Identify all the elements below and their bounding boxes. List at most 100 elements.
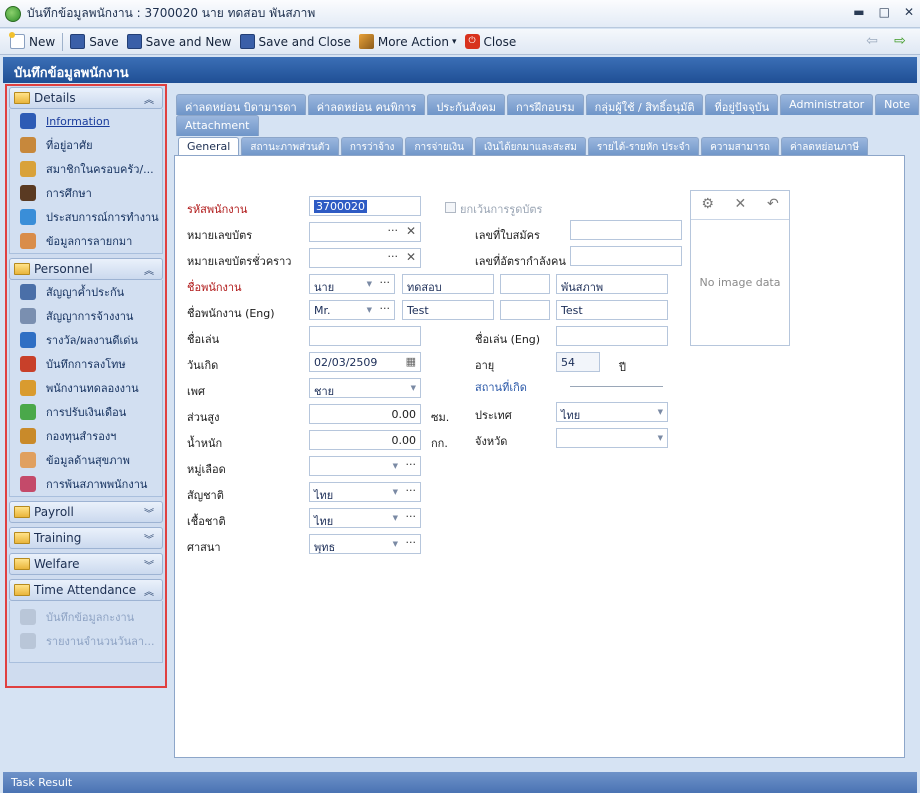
photo-area[interactable]: No image data — [691, 219, 789, 345]
tab-disabled[interactable]: ค่าลดหย่อน คนพิการ — [307, 94, 426, 115]
ellipsis-icon[interactable]: ··· — [380, 276, 391, 289]
save-button[interactable]: Save — [66, 31, 122, 53]
nationality-select[interactable]: ไทย ▼ ··· — [309, 482, 421, 502]
sidebar-item-award[interactable]: รางวัล/ผลงานดีเด่น — [10, 328, 162, 352]
status-bar[interactable]: Task Result — [3, 772, 917, 793]
sidebar-item-employment[interactable]: สัญญาการจ้างงาน — [10, 304, 162, 328]
race-select[interactable]: ไทย ▼ ··· — [309, 508, 421, 528]
manpower-input[interactable] — [570, 246, 682, 266]
collapse-icon[interactable]: ︽ — [144, 262, 154, 277]
sidebar-item-education[interactable]: การศึกษา — [10, 181, 162, 205]
maximize-button[interactable]: □ — [879, 5, 890, 19]
back-arrow-icon[interactable]: ⇦ — [863, 33, 881, 49]
tab-skills[interactable]: ความสามารถ — [701, 137, 779, 156]
sidebar-item-punishment[interactable]: บันทึกการลงโทษ — [10, 352, 162, 376]
close-window-button[interactable]: ✕ — [904, 5, 914, 19]
middle-name-th-input[interactable] — [500, 274, 550, 294]
sidebar-item-salary[interactable]: การปรับเงินเดือน — [10, 400, 162, 424]
ellipsis-icon[interactable]: ··· — [406, 510, 417, 523]
tab-personal-status[interactable]: สถานะภาพส่วนตัว — [241, 137, 339, 156]
ellipsis-icon[interactable]: ··· — [388, 224, 399, 237]
clear-icon[interactable]: ✕ — [406, 224, 416, 238]
tab-income-carried[interactable]: เงินได้ยกมาและสะสม — [474, 137, 586, 156]
app-no-input[interactable] — [570, 220, 682, 240]
temp-card-input[interactable]: ··· ✕ — [309, 248, 421, 268]
sidebar-item-address[interactable]: ที่อยู่อาศัย — [10, 133, 162, 157]
group-details[interactable]: Details ︽ — [9, 87, 163, 109]
dropdown-icon[interactable]: ▼ — [367, 306, 372, 314]
undo-icon[interactable]: ↶ — [767, 196, 779, 212]
nickname-en-input[interactable] — [556, 326, 668, 346]
tab-note[interactable]: Note — [875, 94, 920, 115]
height-input[interactable]: 0.00 — [309, 404, 421, 424]
minimize-button[interactable]: ▬ — [853, 5, 864, 19]
ellipsis-icon[interactable]: ··· — [388, 250, 399, 263]
group-training[interactable]: Training ︾ — [9, 527, 163, 549]
tab-social-security[interactable]: ประกันสังคม — [427, 94, 506, 115]
sidebar-item-history[interactable]: ข้อมูลการลายกมา — [10, 229, 162, 253]
calendar-icon[interactable]: ▦ — [406, 355, 416, 368]
new-button[interactable]: New — [6, 31, 59, 53]
collapse-icon[interactable]: ︽ — [144, 583, 154, 598]
first-name-th-input[interactable]: ทดสอบ — [402, 274, 494, 294]
middle-name-en-input[interactable] — [500, 300, 550, 320]
tab-attachment[interactable]: Attachment — [176, 115, 259, 136]
sidebar-item-health[interactable]: ข้อมูลด้านสุขภาพ — [10, 448, 162, 472]
nickname-input[interactable] — [309, 326, 421, 346]
dropdown-icon[interactable]: ▼ — [393, 462, 398, 470]
dob-input[interactable]: 02/03/2509 ▦ — [309, 352, 421, 372]
dropdown-icon[interactable]: ▼ — [411, 384, 416, 392]
tab-user-group[interactable]: กลุ่มผู้ใช้ / สิทธิ์อนุมัติ — [585, 94, 704, 115]
sidebar-item-probation[interactable]: พนักงานทดลองงาน — [10, 376, 162, 400]
sidebar-item-family[interactable]: สมาชิกในครอบครัว/... — [10, 157, 162, 181]
expand-icon[interactable]: ︾ — [144, 505, 154, 520]
delete-photo-icon[interactable]: ✕ — [735, 196, 747, 212]
ellipsis-icon[interactable]: ··· — [380, 302, 391, 315]
province-select[interactable]: ▼ — [556, 428, 668, 448]
forward-arrow-icon[interactable]: ⇨ — [891, 33, 909, 49]
ellipsis-icon[interactable]: ··· — [406, 484, 417, 497]
close-button[interactable]: ⏻ Close — [461, 31, 521, 53]
tab-tax-deduction[interactable]: ค่าลดหย่อนภาษี — [780, 137, 868, 156]
title-en-select[interactable]: Mr. ▼ ··· — [309, 300, 395, 320]
dropdown-icon[interactable]: ▼ — [658, 434, 663, 442]
sidebar-item-information[interactable]: Information — [10, 109, 162, 133]
title-th-select[interactable]: นาย ▼ ··· — [309, 274, 395, 294]
add-photo-icon[interactable]: ⚙ — [701, 196, 714, 212]
sidebar-item-experience[interactable]: ประสบการณ์การทำงาน — [10, 205, 162, 229]
religion-select[interactable]: พุทธ ▼ ··· — [309, 534, 421, 554]
tab-administrator[interactable]: Administrator — [780, 94, 874, 115]
save-and-close-button[interactable]: Save and Close — [236, 31, 355, 53]
dropdown-icon[interactable]: ▼ — [393, 514, 398, 522]
tab-hiring[interactable]: การว่าจ้าง — [340, 137, 404, 156]
collapse-icon[interactable]: ︽ — [144, 91, 154, 106]
weight-input[interactable]: 0.00 — [309, 430, 421, 450]
sidebar-item-guarantee[interactable]: สัญญาค้ำประกัน — [10, 280, 162, 304]
group-welfare[interactable]: Welfare ︾ — [9, 553, 163, 575]
group-time-attendance[interactable]: Time Attendance ︽ — [9, 579, 163, 601]
tab-current-address[interactable]: ที่อยู่ปัจจุบัน — [705, 94, 779, 115]
dropdown-icon[interactable]: ▼ — [367, 280, 372, 288]
last-name-th-input[interactable]: พันสภาพ — [556, 274, 668, 294]
dropdown-icon[interactable]: ▼ — [393, 488, 398, 496]
save-and-new-button[interactable]: Save and New — [123, 31, 236, 53]
clear-icon[interactable]: ✕ — [406, 250, 416, 264]
ellipsis-icon[interactable]: ··· — [406, 458, 417, 471]
exempt-checkbox[interactable] — [445, 202, 456, 213]
expand-icon[interactable]: ︾ — [144, 531, 154, 546]
expand-icon[interactable]: ︾ — [144, 557, 154, 572]
card-input[interactable]: ··· ✕ — [309, 222, 421, 242]
sidebar-item-termination[interactable]: การพ้นสภาพพนักงาน — [10, 472, 162, 496]
country-select[interactable]: ไทย ▼ — [556, 402, 668, 422]
ellipsis-icon[interactable]: ··· — [406, 536, 417, 549]
sidebar-item-fund[interactable]: กองทุนสำรองฯ — [10, 424, 162, 448]
first-name-en-input[interactable]: Test — [402, 300, 494, 320]
tab-payment[interactable]: การจ่ายเงิน — [405, 137, 473, 156]
last-name-en-input[interactable]: Test — [556, 300, 668, 320]
group-payroll[interactable]: Payroll ︾ — [9, 501, 163, 523]
gender-select[interactable]: ชาย ▼ — [309, 378, 421, 398]
dropdown-icon[interactable]: ▼ — [393, 540, 398, 548]
more-action-button[interactable]: More Action ▾ — [355, 31, 461, 53]
tab-general[interactable]: General — [178, 137, 240, 156]
dropdown-icon[interactable]: ▼ — [658, 408, 663, 416]
